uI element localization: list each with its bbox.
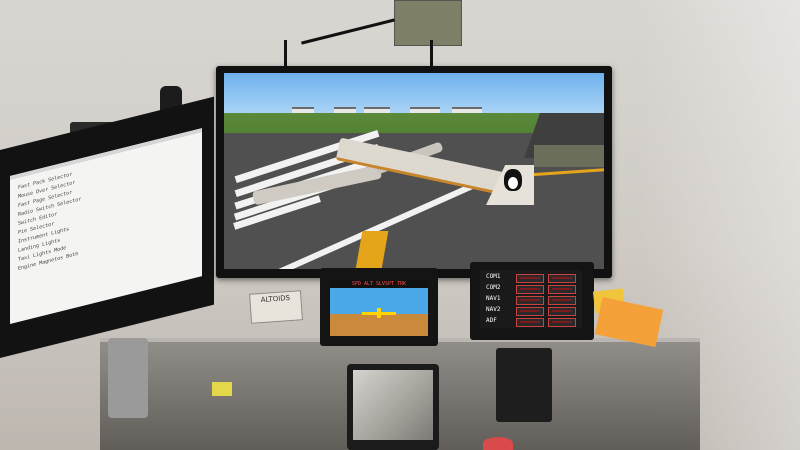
radio-label: COM1 (486, 273, 501, 280)
radio-frequency-box[interactable] (516, 274, 544, 283)
altoids-tin: ALTOIDS (249, 290, 303, 324)
attitude-center (377, 308, 381, 318)
radio-frequency-box[interactable] (548, 296, 576, 305)
cable (301, 18, 395, 45)
radio-label: COM2 (486, 284, 501, 291)
radio-label: NAV1 (486, 295, 501, 302)
pfd-header: SPD ALT SLVSPT TRK (330, 280, 428, 288)
phone-map-screen (353, 370, 433, 440)
flight-sim-view (224, 73, 604, 269)
keypad (496, 348, 552, 422)
radio-frequency-box[interactable] (548, 274, 576, 283)
cable (284, 40, 287, 68)
radio-frequency-box[interactable] (548, 307, 576, 316)
pfd-screen: SPD ALT SLVSPT TRK (330, 280, 428, 336)
radio-frequency-box[interactable] (548, 285, 576, 294)
tux-logo-belly (508, 177, 518, 189)
radio-frequency-box[interactable] (516, 307, 544, 316)
radio-label: ADF (486, 317, 497, 324)
radio-frequency-box[interactable] (516, 318, 544, 327)
yellow-item (212, 382, 232, 396)
grass-patch (534, 145, 604, 167)
monitor-clamp (108, 338, 148, 418)
radio-frequency-box[interactable] (516, 285, 544, 294)
radio-label: NAV2 (486, 306, 501, 313)
arduino-board (394, 0, 462, 46)
radio-panel: COM1 COM2 NAV1 NAV2 ADF (480, 270, 582, 328)
radio-frequency-box[interactable] (516, 296, 544, 305)
radio-frequency-box[interactable] (548, 318, 576, 327)
red-item (483, 437, 513, 450)
